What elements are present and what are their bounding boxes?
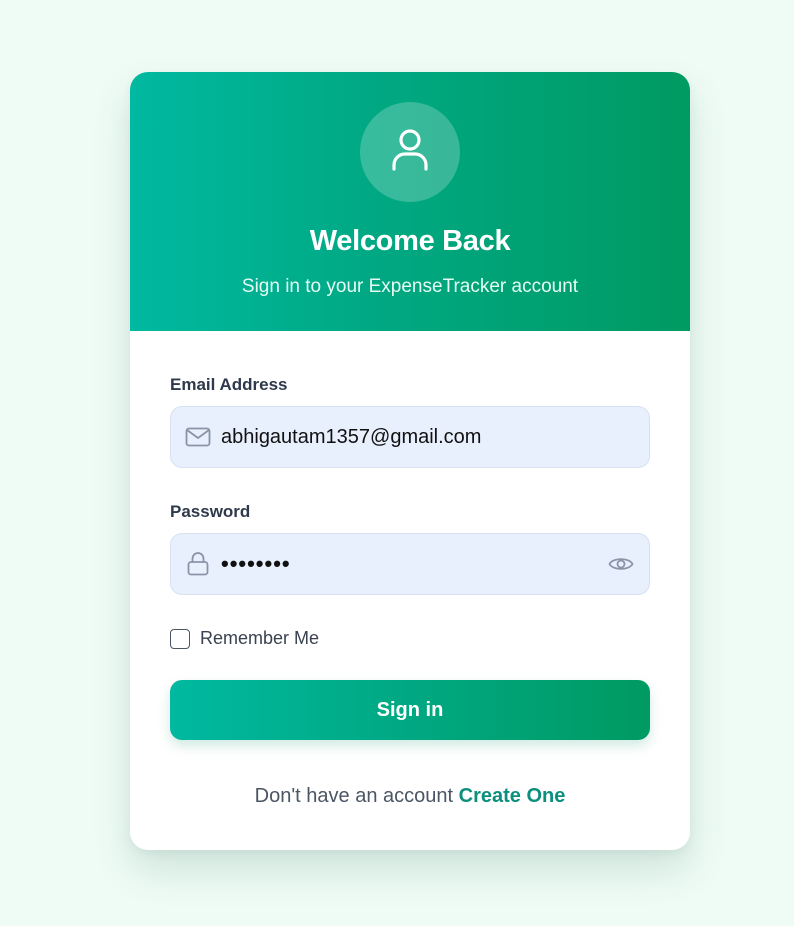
remember-me-checkbox[interactable] (170, 628, 190, 649)
password-field[interactable]: •••••••• (170, 533, 650, 595)
mail-icon (185, 424, 211, 450)
login-card: Welcome Back Sign in to your ExpenseTrac… (130, 72, 690, 850)
lock-icon (185, 551, 211, 577)
sign-in-button[interactable]: Sign in (170, 680, 650, 740)
eye-icon[interactable] (607, 550, 635, 578)
remember-me[interactable]: Remember Me (170, 628, 319, 649)
signup-prompt: Don't have an account Create One (130, 785, 690, 808)
page-title: Welcome Back (309, 225, 511, 257)
create-account-link[interactable]: Create One (459, 785, 566, 807)
email-input[interactable]: abhigautam1357@gmail.com (221, 426, 649, 449)
password-input[interactable]: •••••••• (221, 551, 607, 577)
user-icon (390, 127, 430, 178)
card-header: Welcome Back Sign in to your ExpenseTrac… (130, 72, 690, 331)
avatar (360, 102, 460, 202)
email-label: Email Address (170, 375, 288, 394)
remember-me-label[interactable]: Remember Me (200, 628, 319, 649)
password-label: Password (170, 502, 251, 521)
email-field[interactable]: abhigautam1357@gmail.com (170, 406, 650, 468)
page-subtitle: Sign in to your ExpenseTracker account (241, 276, 579, 297)
signup-prompt-text: Don't have an account (254, 785, 454, 807)
